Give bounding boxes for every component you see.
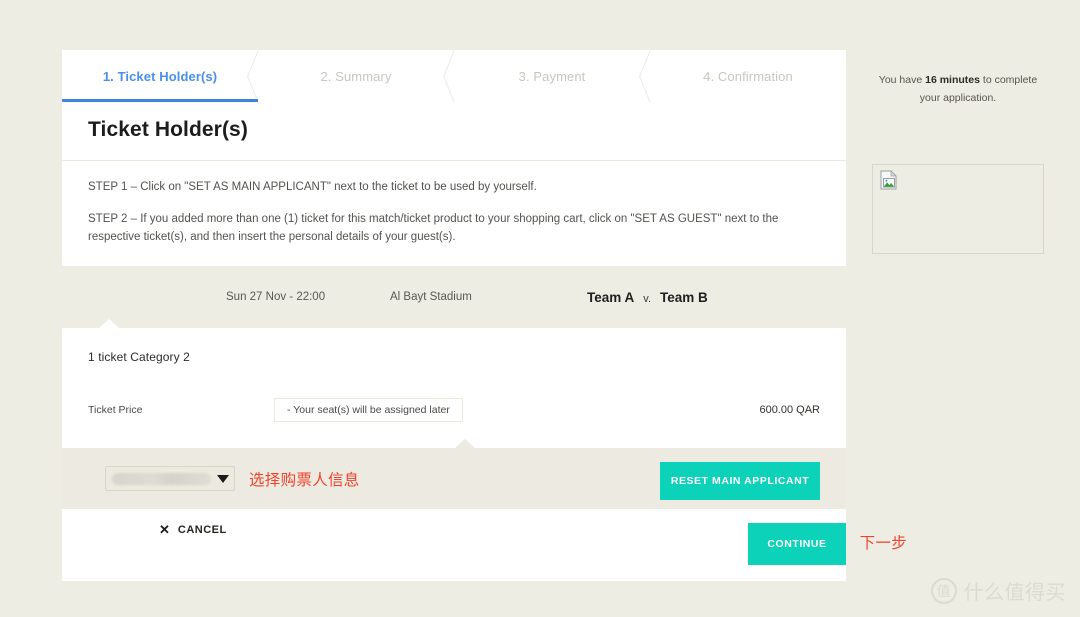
page-title-block: Ticket Holder(s) (62, 102, 846, 161)
ticket-quantity-label: 1 ticket Category 2 (88, 350, 820, 364)
close-x-icon: ✕ (159, 523, 170, 536)
step-tab-label: 2. Summary (320, 69, 391, 84)
step-tab-label: 3. Payment (519, 69, 586, 84)
ticket-price-row: Ticket Price - Your seat(s) will be assi… (88, 398, 820, 422)
cancel-button[interactable]: ✕ CANCEL (159, 523, 227, 536)
match-datetime: Sun 27 Nov - 22:00 (226, 291, 325, 303)
watermark-logo-icon: 值 (931, 578, 957, 604)
main-applicant-select[interactable] (105, 466, 235, 491)
step-tab-confirmation[interactable]: 4. Confirmation (650, 50, 846, 102)
away-team-name: Team B (660, 290, 708, 305)
site-watermark: 值 什么值得买 (931, 576, 1067, 605)
watermark-text: 什么值得买 (964, 576, 1067, 605)
timer-value: 16 minutes (925, 74, 980, 86)
instruction-step-1: STEP 1 – Click on "SET AS MAIN APPLICANT… (88, 179, 816, 197)
step-tab-payment[interactable]: 3. Payment (454, 50, 650, 102)
annotation-select-applicant: 选择购票人信息 (249, 468, 360, 490)
ticket-price-label: Ticket Price (88, 404, 142, 416)
applicant-row-notch-icon (455, 439, 475, 448)
continue-button[interactable]: CONTINUE (748, 523, 846, 565)
form-footer: ✕ CANCEL CONTINUE 下一步 (62, 509, 846, 581)
versus-label: v. (643, 293, 651, 305)
step-divider-chevron-icon (433, 50, 455, 102)
seat-assignment-note: - Your seat(s) will be assigned later (274, 398, 463, 422)
sidebar-image-placeholder (872, 164, 1044, 254)
match-teams: Team A v. Team B (587, 290, 708, 305)
ticket-card: 1 ticket Category 2 Ticket Price - Your … (62, 328, 846, 448)
cancel-button-label: CANCEL (178, 524, 227, 536)
main-applicant-row: 选择购票人信息 RESET MAIN APPLICANT (62, 448, 846, 509)
instructions-panel: STEP 1 – Click on "SET AS MAIN APPLICANT… (62, 161, 846, 266)
step-tab-summary[interactable]: 2. Summary (258, 50, 454, 102)
page-title: Ticket Holder(s) (88, 118, 846, 142)
match-info-bar: Sun 27 Nov - 22:00 Al Bayt Stadium Team … (62, 266, 846, 328)
checkout-main-column: 1. Ticket Holder(s) 2. Summary 3. Paymen… (62, 50, 846, 581)
match-venue: Al Bayt Stadium (390, 291, 472, 303)
sidebar: You have 16 minutes to complete your app… (872, 72, 1052, 108)
session-timer-text: You have 16 minutes to complete your app… (872, 72, 1044, 108)
checkout-stepper: 1. Ticket Holder(s) 2. Summary 3. Paymen… (62, 50, 846, 102)
step-divider-chevron-icon (629, 50, 651, 102)
instruction-step-2: STEP 2 – If you added more than one (1) … (88, 211, 816, 247)
reset-main-applicant-button[interactable]: RESET MAIN APPLICANT (660, 462, 820, 500)
step-tab-ticket-holders[interactable]: 1. Ticket Holder(s) (62, 50, 258, 102)
annotation-next-step: 下一步 (860, 531, 907, 553)
step-divider-chevron-icon (237, 50, 259, 102)
ticket-card-notch-icon (99, 319, 119, 328)
home-team-name: Team A (587, 290, 634, 305)
chevron-down-icon (217, 475, 229, 483)
timer-prefix: You have (879, 74, 925, 86)
active-step-underline (62, 99, 258, 102)
ticket-price-value: 600.00 QAR (759, 404, 820, 416)
broken-image-icon (879, 170, 899, 190)
selected-applicant-value-redacted (112, 473, 211, 485)
step-tab-label: 4. Confirmation (703, 69, 793, 84)
step-tab-label: 1. Ticket Holder(s) (103, 69, 217, 84)
